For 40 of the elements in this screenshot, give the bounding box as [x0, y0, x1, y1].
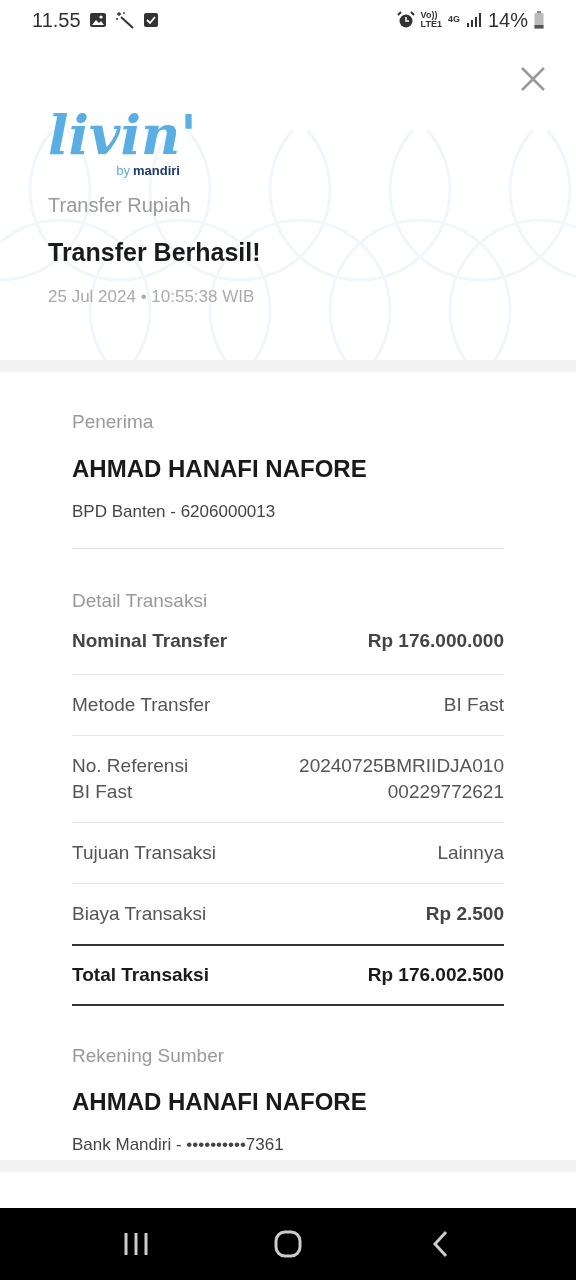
logo-by: by — [116, 164, 131, 178]
detail-value: Rp 176.000.000 — [367, 628, 504, 653]
source-account: Bank Mandiri - ••••••••••7361 — [72, 1134, 285, 1156]
detail-value: Rp 176.002.500 — [367, 962, 504, 987]
logo: livin' — [48, 106, 197, 164]
recent-apps-icon — [123, 1232, 149, 1256]
recipient-name: AHMAD HANAFI NAFORE — [72, 453, 368, 484]
source-name: AHMAD HANAFI NAFORE — [72, 1087, 368, 1117]
success-title: Transfer Berhasil! — [48, 237, 262, 268]
home-icon — [274, 1230, 302, 1258]
close-icon — [520, 66, 546, 92]
gallery-icon — [88, 12, 107, 28]
battery-icon — [534, 11, 544, 29]
detail-label: Total Transaksi — [72, 962, 209, 987]
detail-label: Metode Transfer — [72, 692, 211, 717]
back-icon — [432, 1230, 448, 1258]
lte-label: LTE1 — [420, 20, 442, 29]
detail-label: Nominal Transfer — [72, 628, 228, 653]
signal-icon — [465, 12, 482, 28]
network-label: 4G — [447, 13, 460, 27]
transfer-category: Transfer Rupiah — [48, 193, 192, 218]
section-label: Rekening Sumber — [72, 1043, 226, 1068]
volte-label: Vo)) — [420, 11, 438, 20]
detail-label: No. Referensi BI Fast — [72, 753, 189, 804]
recipient-account: BPD Banten - 6206000013 — [72, 500, 277, 523]
logo-brand: mandiri — [133, 164, 180, 178]
checkbox-icon — [142, 12, 159, 28]
detail-value: BI Fast — [443, 692, 504, 717]
magic-wand-icon — [114, 11, 135, 29]
status-time: 11.55 — [32, 8, 81, 33]
battery-percentage: 14% — [487, 8, 528, 33]
detail-value: 20240725BMRIIDJA010 00229772621 — [299, 753, 504, 804]
detail-value: Lainnya — [437, 840, 504, 865]
alarm-icon — [396, 11, 415, 29]
section-label: Detail Transaksi — [72, 589, 209, 613]
detail-label: Tujuan Transaksi — [72, 840, 216, 865]
detail-label: Biaya Transaksi — [72, 901, 207, 926]
section-label: Penerima — [72, 410, 155, 434]
detail-value: Rp 2.500 — [425, 901, 504, 926]
transaction-timestamp: 25 Jul 2024 • 10:55:38 WIB — [48, 285, 256, 308]
